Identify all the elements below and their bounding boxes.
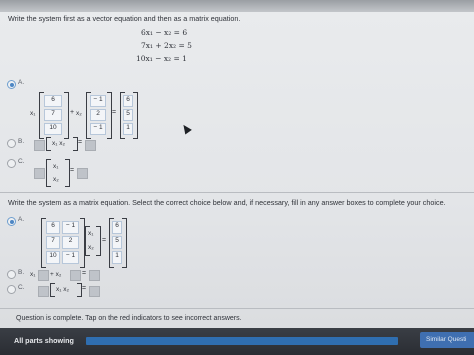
question-prompt: Write the system first as a vector equat… (8, 14, 241, 23)
x1-label: x₁ (30, 110, 36, 117)
option-b-radio[interactable] (7, 139, 16, 148)
rhs-cell[interactable]: 6 (112, 221, 122, 234)
vec2-cell-3[interactable]: − 1 (90, 123, 106, 135)
option-c-radio-2[interactable] (7, 285, 16, 294)
vec1-cell-2[interactable]: 7 (44, 109, 62, 121)
option-a-radio[interactable] (7, 80, 16, 89)
answer-box[interactable] (89, 270, 100, 281)
equation-2: 7x₁ + 2x₂ = 5 (141, 41, 192, 50)
all-parts-showing-label: All parts showing (14, 336, 74, 345)
answer-box[interactable] (34, 140, 45, 151)
rhs-cell[interactable]: 1 (112, 251, 122, 264)
answer-box[interactable] (77, 168, 88, 179)
progress-bar (86, 337, 398, 345)
matrix-cell[interactable]: 10 (46, 251, 60, 264)
option-a-label: A. (18, 79, 25, 86)
x1-entry: x₁ (88, 230, 94, 237)
question-prompt-2: Write the system as a matrix equation. S… (8, 198, 446, 207)
vec1-cell-1[interactable]: 6 (44, 95, 62, 107)
answer-box[interactable] (85, 140, 96, 151)
x1-entry: x₁ (53, 163, 59, 170)
matrix-cell[interactable]: 6 (46, 221, 60, 234)
option-a-radio-2[interactable] (7, 217, 16, 226)
matrix-cell[interactable]: 7 (46, 236, 60, 249)
equals-sign: = (78, 139, 83, 146)
rhs-cell-3[interactable]: 1 (123, 123, 133, 135)
vec2-cell-2[interactable]: 2 (90, 109, 106, 121)
equals-sign: = (70, 167, 75, 174)
row-vector-text: x₁ x₂ (56, 286, 70, 293)
section-divider (0, 192, 474, 193)
equals-sign: = (82, 270, 87, 277)
x2-entry: x₂ (53, 176, 59, 183)
answer-box[interactable] (89, 286, 100, 297)
equation-1: 6x₁ − x₂ = 6 (141, 28, 188, 37)
matrix-cell[interactable]: 2 (62, 236, 79, 249)
x1-label: x₁ (30, 271, 36, 278)
matrix-cell[interactable]: − 1 (62, 251, 79, 264)
rhs-cell-1[interactable]: 6 (123, 95, 133, 107)
plus-sign: + (70, 109, 75, 116)
option-c-radio[interactable] (7, 159, 16, 168)
status-message: Question is complete. Tap on the red ind… (16, 315, 242, 322)
equals-sign: = (102, 237, 107, 244)
rhs-cell-2[interactable]: 5 (123, 109, 133, 121)
question-page: Write the system first as a vector equat… (0, 12, 474, 355)
equals-sign: = (112, 109, 117, 116)
option-b-radio-2[interactable] (7, 270, 16, 279)
photo-background (0, 0, 474, 12)
answer-box[interactable] (38, 270, 49, 281)
answer-box[interactable] (34, 168, 45, 179)
vec2-cell-1[interactable]: − 1 (90, 95, 106, 107)
option-a-label-2: A. (18, 216, 25, 223)
answer-box[interactable] (70, 270, 81, 281)
option-b-label-2: B. (18, 269, 25, 276)
option-c-label: C. (18, 158, 25, 165)
rhs-cell[interactable]: 5 (112, 236, 122, 249)
x2-term: + x₂ (50, 271, 62, 278)
vec1-cell-3[interactable]: 10 (44, 123, 62, 135)
pointer-cursor-icon (180, 122, 192, 135)
option-b-label: B. (18, 138, 25, 145)
x2-label: x₂ (76, 110, 82, 117)
section-divider (0, 308, 474, 309)
equation-3: 10x₁ − x₂ = 1 (136, 54, 187, 63)
answer-box[interactable] (38, 286, 49, 297)
x2-entry: x₂ (88, 244, 94, 251)
footer-bar: All parts showing Similar Questi (0, 328, 474, 355)
matrix-cell[interactable]: − 1 (62, 221, 79, 234)
row-vector-text: x₁ x₂ (52, 140, 66, 147)
equals-sign: = (82, 285, 87, 292)
similar-question-button[interactable]: Similar Questi (420, 332, 474, 348)
option-c-label-2: C. (18, 284, 25, 291)
